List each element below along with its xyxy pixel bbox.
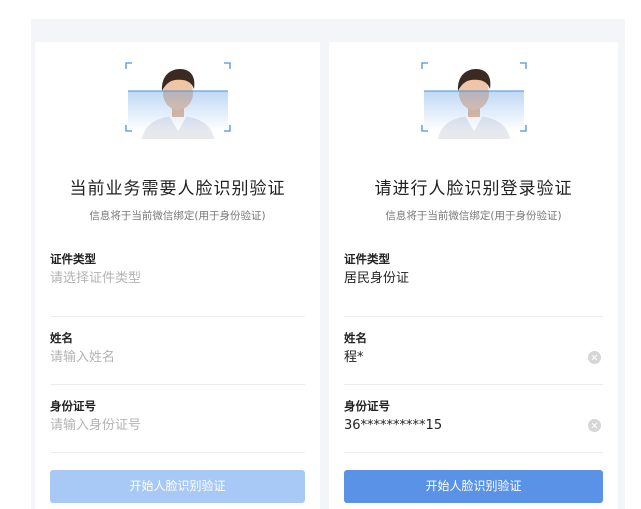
start-face-verify-button[interactable]: 开始人脸识别验证 (344, 470, 603, 503)
name-field[interactable]: 姓名 请输入姓名 (50, 317, 305, 385)
face-verify-card-empty: 当前业务需要人脸识别验证 信息将于当前微信绑定(用于身份验证) 证件类型 请选择… (35, 42, 320, 509)
field-label: 证件类型 (344, 252, 390, 266)
face-scan-icon (420, 61, 527, 139)
name-placeholder: 请输入姓名 (50, 350, 116, 365)
card-title: 当前业务需要人脸识别验证 (69, 179, 286, 199)
id-number-field[interactable]: 身份证号 请输入身份证号 (50, 385, 305, 453)
identity-form: 证件类型 请选择证件类型 姓名 请输入姓名 身份证号 请输入身份证号 (50, 249, 305, 453)
field-label: 身份证号 (50, 399, 96, 413)
field-label: 身份证号 (344, 399, 390, 413)
card-subtitle: 信息将于当前微信绑定(用于身份验证) (89, 210, 266, 222)
id-number-value: 36**********15 (344, 418, 443, 433)
identity-form: 证件类型 居民身份证 姓名 程* 身份证号 36**********15 (344, 249, 603, 453)
id-number-placeholder: 请输入身份证号 (50, 418, 142, 433)
name-value: 程* (344, 350, 364, 365)
name-field[interactable]: 姓名 程* (344, 317, 603, 385)
field-label: 证件类型 (50, 252, 96, 266)
face-login-card-filled: 请进行人脸识别登录验证 信息将于当前微信绑定(用于身份验证) 证件类型 居民身份… (329, 42, 618, 509)
face-scan-icon (124, 61, 231, 139)
id-type-select[interactable]: 证件类型 居民身份证 (344, 249, 603, 317)
card-title: 请进行人脸识别登录验证 (374, 179, 573, 199)
id-type-select[interactable]: 证件类型 请选择证件类型 (50, 249, 305, 317)
page-background: 当前业务需要人脸识别验证 信息将于当前微信绑定(用于身份验证) 证件类型 请选择… (31, 19, 625, 509)
start-face-verify-button[interactable]: 开始人脸识别验证 (50, 470, 305, 503)
id-type-value: 居民身份证 (344, 271, 410, 286)
field-label: 姓名 (344, 331, 367, 345)
id-number-field[interactable]: 身份证号 36**********15 (344, 385, 603, 453)
id-type-placeholder: 请选择证件类型 (50, 271, 142, 286)
clear-icon[interactable] (588, 351, 601, 364)
field-label: 姓名 (50, 331, 73, 345)
clear-icon[interactable] (588, 419, 601, 432)
card-subtitle: 信息将于当前微信绑定(用于身份验证) (385, 210, 562, 222)
